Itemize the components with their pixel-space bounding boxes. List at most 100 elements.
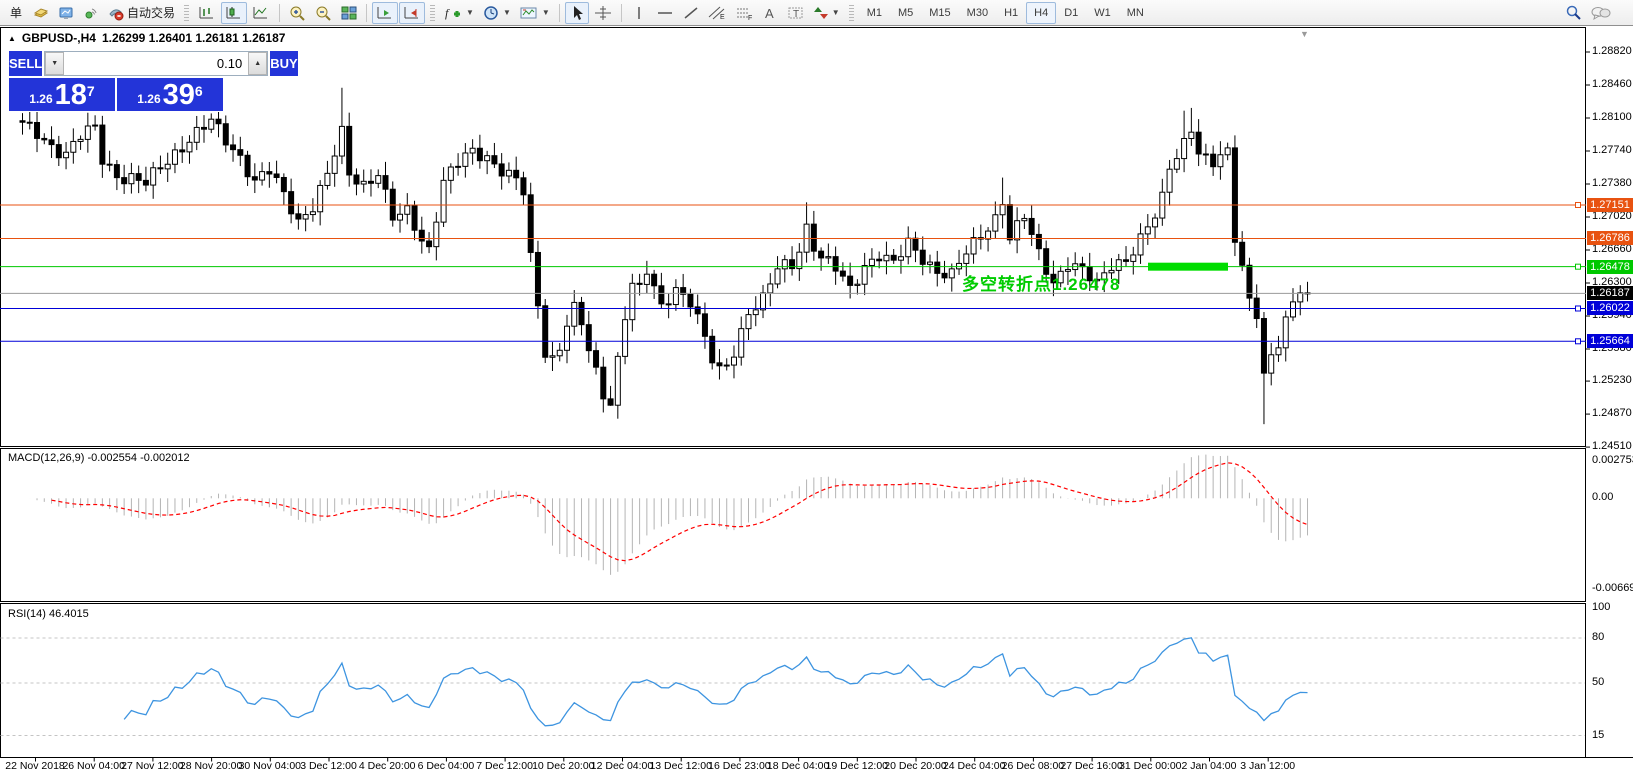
candle: [1240, 242, 1245, 265]
buy-price-prefix: 1.26: [137, 92, 160, 106]
timeframe-H1[interactable]: H1: [996, 2, 1026, 24]
candle: [1015, 221, 1020, 240]
auto-trading-button[interactable]: 自动交易: [104, 2, 179, 24]
chart-annotation[interactable]: 多空转折点1.26478: [962, 270, 1120, 295]
candle: [303, 215, 308, 219]
chart-canvas[interactable]: [0, 26, 1633, 775]
candle: [231, 145, 236, 150]
sell-price-display[interactable]: 1.26 18 7: [9, 78, 115, 111]
tile-windows-icon[interactable]: [337, 2, 361, 24]
timeframe-toolbar: M1M5M15M30H1H4D1W1MN: [859, 2, 1152, 24]
text-label-icon[interactable]: T: [783, 2, 809, 24]
candle: [688, 294, 693, 307]
horizontal-line-icon[interactable]: [652, 2, 678, 24]
candle: [942, 273, 947, 278]
macd-scale-label: 0.002753: [1592, 454, 1633, 466]
zoom-out-icon[interactable]: [311, 2, 336, 24]
candle: [971, 238, 976, 254]
bars-chart-icon[interactable]: [194, 2, 220, 24]
candle: [20, 121, 25, 122]
candlestick-chart-icon[interactable]: [221, 2, 247, 24]
svg-text:E: E: [720, 14, 725, 21]
timeframe-H4[interactable]: H4: [1026, 2, 1056, 24]
timeframe-M1[interactable]: M1: [859, 2, 890, 24]
candle: [819, 251, 824, 258]
candle: [1218, 155, 1223, 167]
cursor-icon[interactable]: [565, 2, 589, 24]
candle: [964, 254, 969, 263]
search-icon[interactable]: [1561, 2, 1586, 24]
candle: [993, 215, 998, 231]
chart-shift-icon[interactable]: [399, 2, 425, 24]
chat-icon[interactable]: [1587, 2, 1615, 24]
macd-signal-line: [52, 463, 1308, 561]
candle: [949, 269, 954, 278]
candle: [42, 138, 47, 139]
candle: [1182, 138, 1187, 158]
candle: [1145, 227, 1150, 234]
price-axis-label: 1.28820: [1592, 45, 1632, 57]
timeframe-D1[interactable]: D1: [1056, 2, 1086, 24]
rsi-scale-label: 80: [1592, 631, 1604, 643]
buy-button[interactable]: BUY: [270, 51, 297, 76]
charts-icon[interactable]: [54, 2, 78, 24]
hline-tag-1.27151: 1.27151: [1587, 198, 1633, 212]
timeframe-M5[interactable]: M5: [890, 2, 921, 24]
toolbar-grip[interactable]: [430, 5, 435, 21]
candle: [565, 326, 570, 350]
fibonacci-icon[interactable]: F: [731, 2, 757, 24]
zoom-in-icon[interactable]: [285, 2, 310, 24]
toolbar-grip[interactable]: [849, 5, 854, 21]
timeframe-M30[interactable]: M30: [959, 2, 996, 24]
buy-price-display[interactable]: 1.26 39 6: [117, 78, 223, 111]
volume-input[interactable]: [64, 52, 248, 75]
hline-tag-1.26478: 1.26478: [1587, 260, 1633, 274]
candle: [702, 314, 707, 336]
collapse-icon[interactable]: ▲: [8, 34, 16, 43]
volume-decrease-button[interactable]: ▼: [45, 52, 64, 75]
arrows-button[interactable]: ▼: [810, 2, 844, 24]
rsi-label: RSI(14) 46.4015: [8, 608, 89, 620]
periods-button[interactable]: ▼: [479, 2, 515, 24]
sell-button[interactable]: SELL: [9, 51, 42, 76]
candle: [71, 141, 76, 152]
timeframe-M15[interactable]: M15: [921, 2, 958, 24]
candle: [731, 357, 736, 365]
toolbar-grip[interactable]: [184, 5, 189, 21]
candle: [528, 195, 533, 253]
timeframe-W1[interactable]: W1: [1086, 2, 1119, 24]
highlight-segment[interactable]: [1148, 263, 1228, 271]
auto-scroll-icon[interactable]: [372, 2, 398, 24]
candle: [557, 350, 562, 356]
arrows-icon: [814, 5, 828, 21]
svg-text:A: A: [765, 6, 774, 21]
candle: [245, 155, 250, 176]
timeframe-MN[interactable]: MN: [1119, 2, 1152, 24]
candle: [143, 180, 148, 185]
new-order-icon[interactable]: [29, 2, 53, 24]
new-order-button[interactable]: 单: [4, 2, 28, 24]
signal-icon[interactable]: [79, 2, 103, 24]
crosshair-icon[interactable]: [590, 2, 616, 24]
date-axis-label: 24 Dec 04:00: [943, 760, 1005, 772]
line-chart-icon[interactable]: [248, 2, 274, 24]
vertical-line-icon[interactable]: [627, 2, 651, 24]
price-axis-label: 1.28100: [1592, 111, 1632, 123]
volume-increase-button[interactable]: ▲: [248, 52, 267, 75]
text-icon[interactable]: A: [758, 2, 782, 24]
candle: [114, 165, 119, 178]
templates-button[interactable]: ▼: [516, 2, 554, 24]
candle: [209, 119, 214, 129]
channel-icon[interactable]: E: [704, 2, 730, 24]
macd-scale-label: -0.006699: [1592, 582, 1633, 594]
chart-shift-marker[interactable]: ▼: [1300, 29, 1309, 39]
candle: [368, 181, 373, 183]
trendline-icon[interactable]: [679, 2, 703, 24]
candle: [855, 284, 860, 285]
indicators-button[interactable]: f ▼: [440, 2, 478, 24]
candle: [586, 325, 591, 351]
candle: [93, 125, 98, 126]
candle: [1189, 132, 1194, 138]
candle: [601, 367, 606, 399]
candle: [1225, 148, 1230, 155]
